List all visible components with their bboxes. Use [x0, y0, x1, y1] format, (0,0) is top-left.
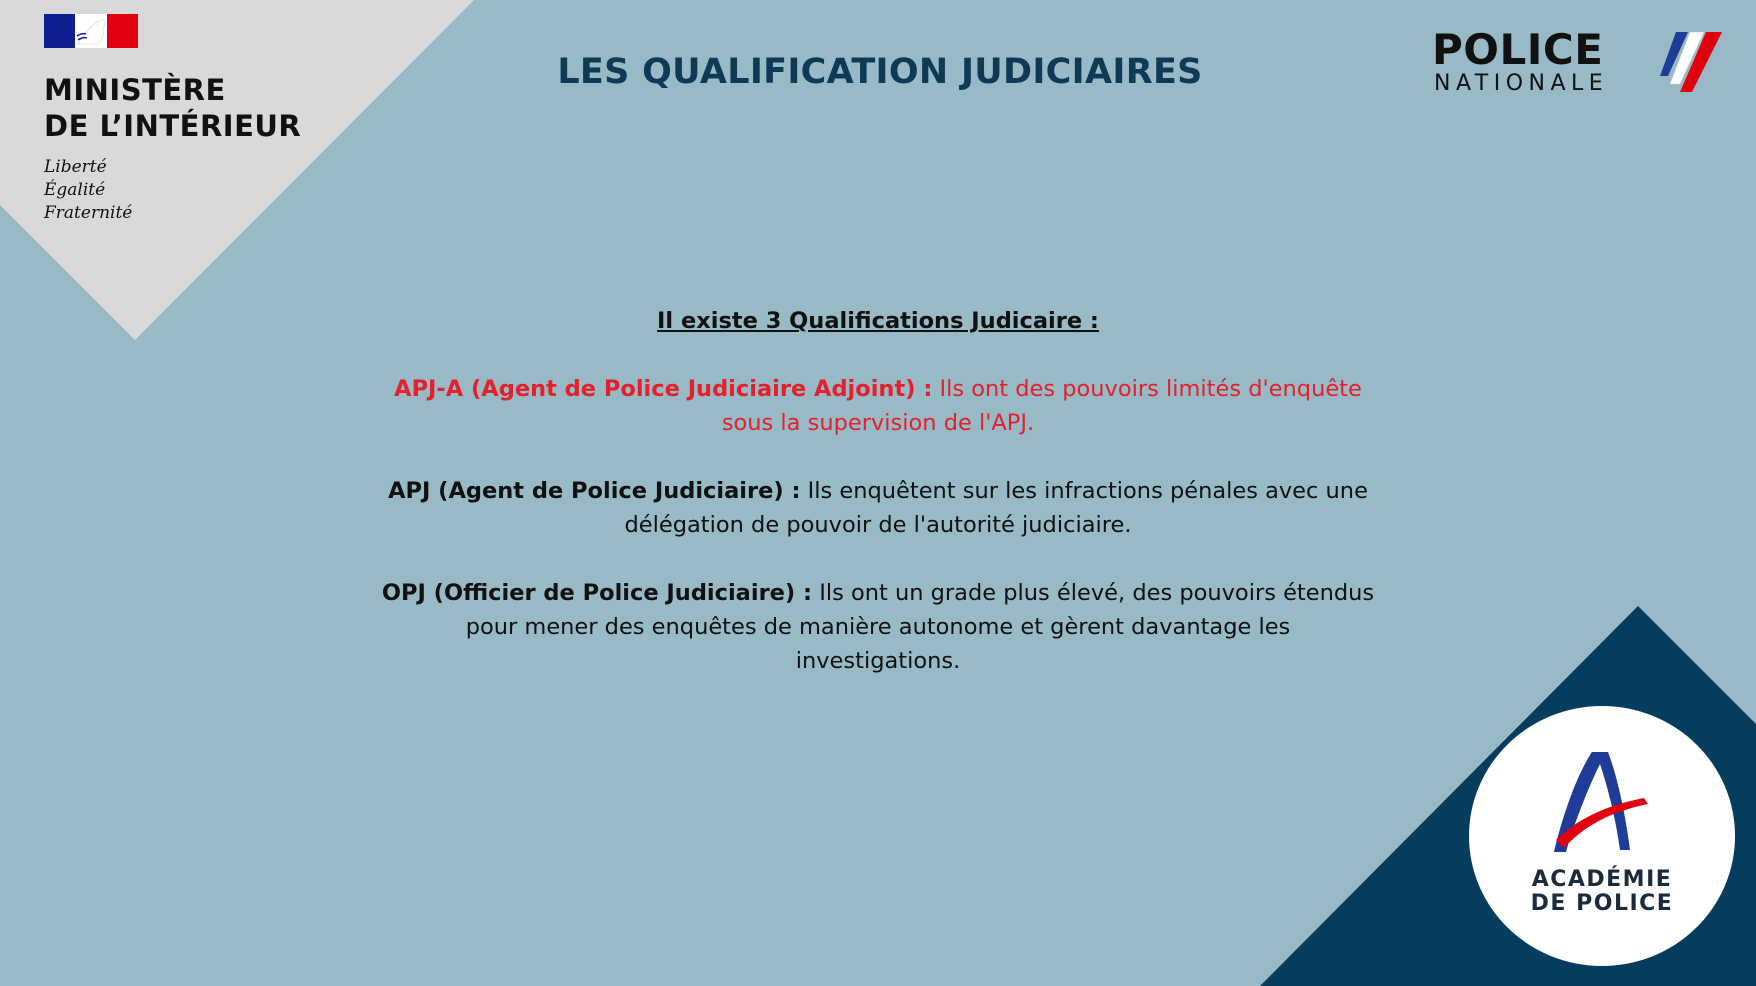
qualification-apja: APJ-A (Agent de Police Judiciaire Adjoin…: [380, 372, 1376, 440]
motto-liberte: Liberté: [44, 157, 107, 177]
ministry-name-line1: MINISTÈRE: [44, 73, 226, 107]
qualification-opj: OPJ (Officier de Police Judiciaire) : Il…: [380, 576, 1376, 678]
motto-fraternite: Fraternité: [44, 203, 133, 223]
ministry-logo: MINISTÈRE DE L’INTÉRIEUR Liberté Égalité…: [44, 14, 301, 225]
academy-arch-icon: [1554, 752, 1648, 852]
police-logo-word: POLICE: [1432, 25, 1604, 74]
qualification-apja-term: APJ-A (Agent de Police Judiciaire Adjoin…: [394, 376, 933, 402]
police-nationale-logo: POLICE NATIONALE: [1432, 28, 1722, 98]
marianne-flag-icon: [44, 14, 138, 48]
ministry-name-line2: DE L’INTÉRIEUR: [44, 109, 302, 143]
qualifications-content: Il existe 3 Qualifications Judicaire : A…: [380, 304, 1376, 712]
motto-egalite: Égalité: [44, 180, 106, 200]
republic-motto: Liberté Égalité Fraternité: [44, 156, 301, 225]
academy-label: ACADÉMIE DE POLICE: [1469, 868, 1735, 916]
nationale-logo-word: NATIONALE: [1434, 71, 1609, 96]
qualification-opj-term: OPJ (Officier de Police Judiciaire) :: [381, 580, 813, 606]
academy-label-line2: DE POLICE: [1530, 891, 1674, 916]
qualification-apj: APJ (Agent de Police Judiciaire) : Ils e…: [380, 474, 1376, 542]
ministry-name: MINISTÈRE DE L’INTÉRIEUR: [44, 72, 301, 144]
intro-heading: Il existe 3 Qualifications Judicaire :: [657, 308, 1099, 334]
tricolor-stripes-icon: [1660, 32, 1722, 92]
slide: MINISTÈRE DE L’INTÉRIEUR Liberté Égalité…: [0, 0, 1756, 986]
page-title: LES QUALIFICATION JUDICIAIRES: [557, 52, 1203, 92]
academy-label-line1: ACADÉMIE: [1531, 867, 1673, 892]
qualification-apj-term: APJ (Agent de Police Judiciaire) :: [388, 478, 801, 504]
